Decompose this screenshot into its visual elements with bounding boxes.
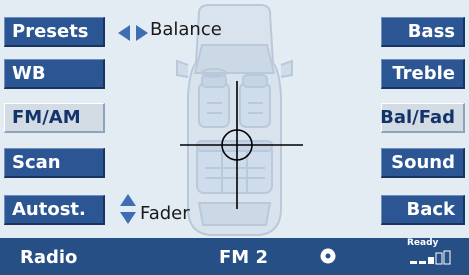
autostore-button[interactable]: Autost. (4, 195, 105, 225)
scan-button[interactable]: Scan (4, 148, 105, 178)
fader-label: Fader (140, 203, 190, 224)
balance-label: Balance (150, 19, 222, 40)
status-bar: Radio FM 2 Ready (0, 238, 469, 275)
bass-button[interactable]: Bass (381, 17, 465, 47)
ready-status: Ready (407, 238, 439, 248)
radio-band-label: FM 2 (219, 247, 268, 268)
sound-button[interactable]: Sound (381, 148, 465, 178)
left-right-arrow-icon (118, 25, 148, 41)
bal-fad-button[interactable]: Bal/Fad (380, 103, 465, 133)
back-button[interactable]: Back (381, 195, 465, 225)
audio-source-label: Radio (20, 247, 78, 268)
presets-button[interactable]: Presets (4, 17, 105, 47)
disc-icon (320, 248, 336, 264)
treble-button[interactable]: Treble (381, 59, 465, 89)
fm-am-button[interactable]: FM/AM (4, 103, 105, 133)
signal-strength-icon (410, 250, 451, 265)
audio-balance-fader-screen: Presets WB FM/AM Scan Autost. Bass Trebl… (0, 0, 469, 275)
wb-button[interactable]: WB (4, 59, 105, 89)
up-down-arrow-icon (120, 194, 136, 224)
